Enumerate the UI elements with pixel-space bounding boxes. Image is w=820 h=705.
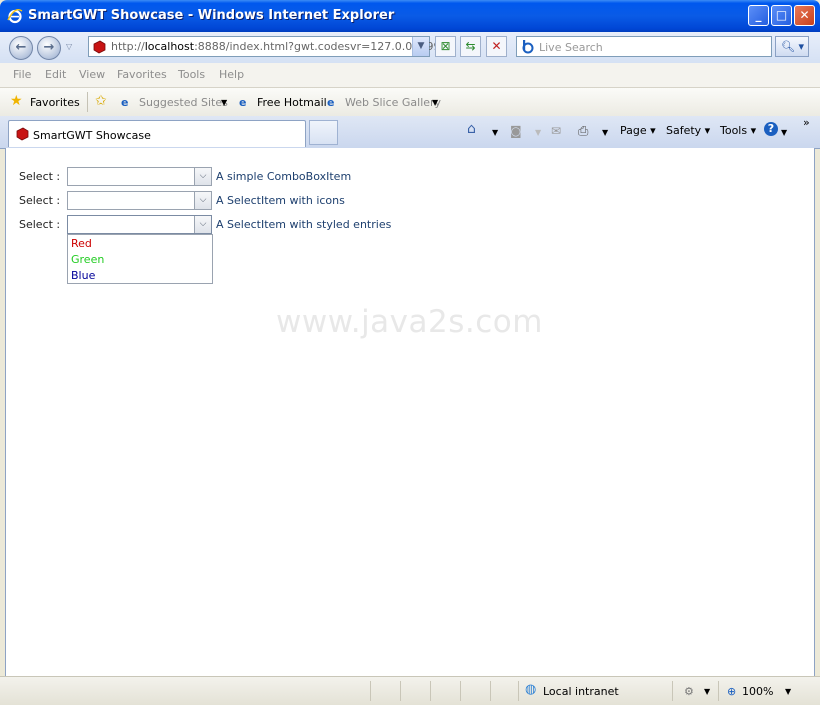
simple-combobox[interactable]: ⌵ [67,167,212,186]
page-content: www.java2s.com Select : ⌵ A simple Combo… [5,148,815,676]
select-styled-label: Select : [19,218,61,231]
menu-bar: File Edit View Favorites Tools Help [0,63,820,88]
search-go-button[interactable]: 🔍︎ ▾ [775,36,809,57]
home-chevron-icon[interactable]: ▼ [492,128,498,137]
address-text: http://localhost:8888/index.html?gwt.cod… [111,40,448,53]
option-green[interactable]: Green [71,253,104,266]
combobox-hint: A simple ComboBoxItem [216,170,352,183]
address-bar[interactable]: http://localhost:8888/index.html?gwt.cod… [88,36,447,57]
status-divider [672,681,673,701]
menu-edit[interactable]: Edit [45,68,66,81]
favorites-bar: ★ Favorites ✩ e Suggested Sites ▼ e Free… [0,88,820,116]
menu-favorites[interactable]: Favorites [117,68,167,81]
option-blue[interactable]: Blue [71,269,95,282]
protected-mode-icon[interactable]: ⚙ [684,685,694,698]
favorites-star-icon: ★ [10,93,23,109]
zoom-chevron-icon[interactable]: ▼ [785,687,791,696]
home-icon[interactable]: ⌂ [467,121,476,137]
status-divider [400,681,401,701]
tab-smartgwt-showcase[interactable]: SmartGWT Showcase [8,120,306,147]
chevron-down-icon[interactable]: ⌵ [194,168,211,185]
select-styled-hint: A SelectItem with styled entries [216,218,392,231]
help-chevron-icon[interactable]: ▼ [781,128,787,137]
option-red[interactable]: Red [71,237,92,250]
page-favicon-icon [93,40,106,54]
menu-tools[interactable]: Tools [178,68,205,81]
feeds-icon[interactable]: ◙ [510,124,522,138]
security-zone: Local intranet [543,685,619,698]
tools-menu[interactable]: Tools ▾ [720,124,756,137]
status-divider [370,681,371,701]
chevron-down-icon[interactable]: ⌵ [194,216,211,233]
select-with-styled-entries[interactable]: ⌵ [67,215,212,234]
intranet-globe-icon: ◍ [525,682,537,697]
web-slice-gallery-link[interactable]: Web Slice Gallery [345,96,441,109]
menu-file[interactable]: File [13,68,31,81]
print-icon[interactable]: ⎙ [578,124,588,139]
add-favorite-icon[interactable]: ✩ [95,93,107,109]
favorites-button[interactable]: Favorites [30,96,80,109]
select-icons-label: Select : [19,194,61,207]
refresh-button[interactable]: ⇆ [460,36,481,57]
chevron-down-icon[interactable]: ⌵ [194,192,211,209]
read-mail-icon[interactable]: ✉ [551,124,561,138]
stop-button[interactable]: ✕ [486,36,507,57]
free-hotmail-link[interactable]: Free Hotmail [257,96,327,109]
page-menu[interactable]: Page ▾ [620,124,656,137]
protected-mode-chevron-icon[interactable]: ▼ [704,687,710,696]
web-slice-ie-icon: e [327,96,335,109]
feeds-chevron-icon[interactable]: ▼ [535,128,541,137]
hotmail-ie-icon: e [239,96,247,109]
forward-button[interactable]: → [37,36,61,60]
suggested-sites-ie-icon: e [121,96,129,109]
zoom-icon[interactable]: ⊕ [727,685,736,698]
back-button[interactable]: ← [9,36,33,60]
status-bar: ◍ Local intranet ⚙ ▼ ⊕ 100% ▼ [0,676,820,705]
combobox-label: Select : [19,170,61,183]
suggested-sites-chevron-icon[interactable]: ▼ [221,98,227,107]
tab-favicon-icon [16,127,29,141]
suggested-sites-link[interactable]: Suggested Sites [139,96,228,109]
select-with-icons[interactable]: ⌵ [67,191,212,210]
status-divider [518,681,519,701]
safety-menu[interactable]: Safety ▾ [666,124,710,137]
minimize-button[interactable]: _ [748,5,769,26]
search-placeholder: Live Search [539,41,603,54]
ie-logo-icon [7,8,23,24]
watermark: www.java2s.com [276,304,543,340]
print-chevron-icon[interactable]: ▼ [602,128,608,137]
title-bar: SmartGWT Showcase - Windows Internet Exp… [0,0,820,32]
favbar-divider [87,92,88,112]
window-title: SmartGWT Showcase - Windows Internet Exp… [28,8,395,23]
select-icons-hint: A SelectItem with icons [216,194,345,207]
menu-help[interactable]: Help [219,68,244,81]
new-tab-button[interactable] [309,120,338,145]
magnifier-icon: 🔍︎ [781,40,795,53]
menu-view[interactable]: View [79,68,105,81]
styled-entries-dropdown: Red Green Blue [67,234,213,284]
status-divider [430,681,431,701]
more-tools-chevron-icon[interactable]: » [803,116,810,129]
recent-pages-chevron-icon[interactable]: ▽ [66,42,72,51]
close-window-button[interactable]: ✕ [794,5,815,26]
compatibility-view-button[interactable]: ⊠ [435,36,456,57]
status-divider [490,681,491,701]
search-box[interactable]: Live Search [516,36,772,57]
web-slice-chevron-icon[interactable]: ▼ [432,98,438,107]
maximize-button[interactable]: □ [771,5,792,26]
status-divider [460,681,461,701]
address-dropdown-icon[interactable]: ▼ [412,37,429,56]
status-divider [718,681,719,701]
live-search-icon [522,40,534,54]
tab-label: SmartGWT Showcase [33,129,151,142]
help-icon[interactable]: ? [764,122,778,136]
zoom-level[interactable]: 100% [742,685,773,698]
browser-window: SmartGWT Showcase - Windows Internet Exp… [0,0,820,705]
